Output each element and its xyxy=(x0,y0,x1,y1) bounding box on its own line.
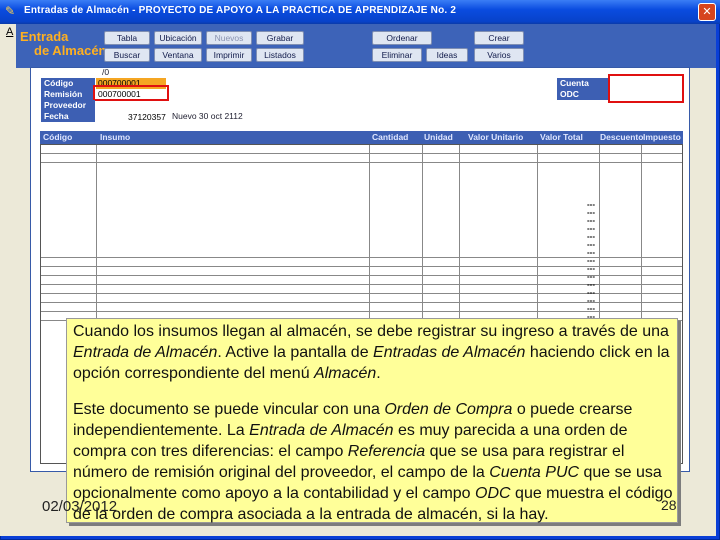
table-row[interactable] xyxy=(41,145,682,154)
remision-highlight xyxy=(93,85,169,101)
top-hint: /0 xyxy=(102,67,110,77)
col-descuento[interactable]: Descuento xyxy=(600,132,643,142)
listados-button[interactable]: Listados xyxy=(256,48,304,62)
col-cantidad[interactable]: Cantidad xyxy=(372,132,408,142)
table-row[interactable] xyxy=(41,154,682,163)
codigo-label: Código xyxy=(41,78,95,89)
crear-button[interactable]: Crear xyxy=(474,31,524,45)
ordenar-button[interactable]: Ordenar xyxy=(372,31,432,45)
cuenta-puc-label: Cuenta PUC xyxy=(557,78,609,99)
callout-paragraph-1: Cuando los insumos llegan al almacén, se… xyxy=(73,323,670,382)
logo-line1: Entrada xyxy=(20,29,69,44)
col-impuesto[interactable]: Impuesto xyxy=(643,132,681,142)
fecha-text: Nuevo 30 oct 2112 xyxy=(172,111,243,121)
col-codigo[interactable]: Código xyxy=(43,132,72,142)
remision-label: Remisión xyxy=(41,89,95,100)
buscar-button[interactable]: Buscar xyxy=(104,48,150,62)
puc-odc-highlight xyxy=(608,74,684,103)
ubicacion-button[interactable]: Ubicación xyxy=(154,31,202,45)
ideas-button[interactable]: Ideas xyxy=(426,48,468,62)
window-title: Entradas de Almacén - PROYECTO DE APOYO … xyxy=(24,5,457,16)
odc-label: ODC xyxy=(557,89,609,100)
folder-star-icon: ✎ xyxy=(5,4,16,18)
callout-paragraph-2: Este documento se puede vincular con una… xyxy=(73,401,673,523)
col-insumo[interactable]: Insumo xyxy=(100,132,130,142)
ventana-button[interactable]: Ventana xyxy=(154,48,202,62)
fecha-label: Fecha xyxy=(41,111,95,122)
col-unidad[interactable]: Unidad xyxy=(424,132,453,142)
explanation-callout: Cuando los insumos llegan al almacén, se… xyxy=(66,318,678,523)
eliminar-button[interactable]: Eliminar xyxy=(372,48,422,62)
menu-item-a[interactable]: A xyxy=(6,26,13,38)
col-valor-total[interactable]: Valor Total xyxy=(540,132,583,142)
col-valor-unitario[interactable]: Valor Unitario xyxy=(468,132,523,142)
window-titlebar[interactable]: ✎ Entradas de Almacén - PROYECTO DE APOY… xyxy=(0,0,720,24)
grid-header: Código Insumo Cantidad Unidad Valor Unit… xyxy=(40,131,683,144)
imprimir-button[interactable]: Imprimir xyxy=(206,48,252,62)
close-button[interactable]: ✕ xyxy=(698,3,716,21)
varios-button[interactable]: Varios xyxy=(474,48,524,62)
grabar-button[interactable]: Grabar xyxy=(256,31,304,45)
slide-page-number: 28 xyxy=(661,497,677,513)
slide-date: 02/03/2012 xyxy=(42,498,118,515)
left-rail xyxy=(0,24,14,536)
proveedor-label: Proveedor xyxy=(41,100,95,111)
tabla-button[interactable]: Tabla xyxy=(104,31,150,45)
logo-line2: de Almacén xyxy=(34,43,107,58)
fecha-code[interactable]: 37120357 xyxy=(126,112,168,123)
nuevos-button[interactable]: Nuevos xyxy=(206,31,252,45)
module-logo: Entrada de Almacén xyxy=(20,30,108,58)
